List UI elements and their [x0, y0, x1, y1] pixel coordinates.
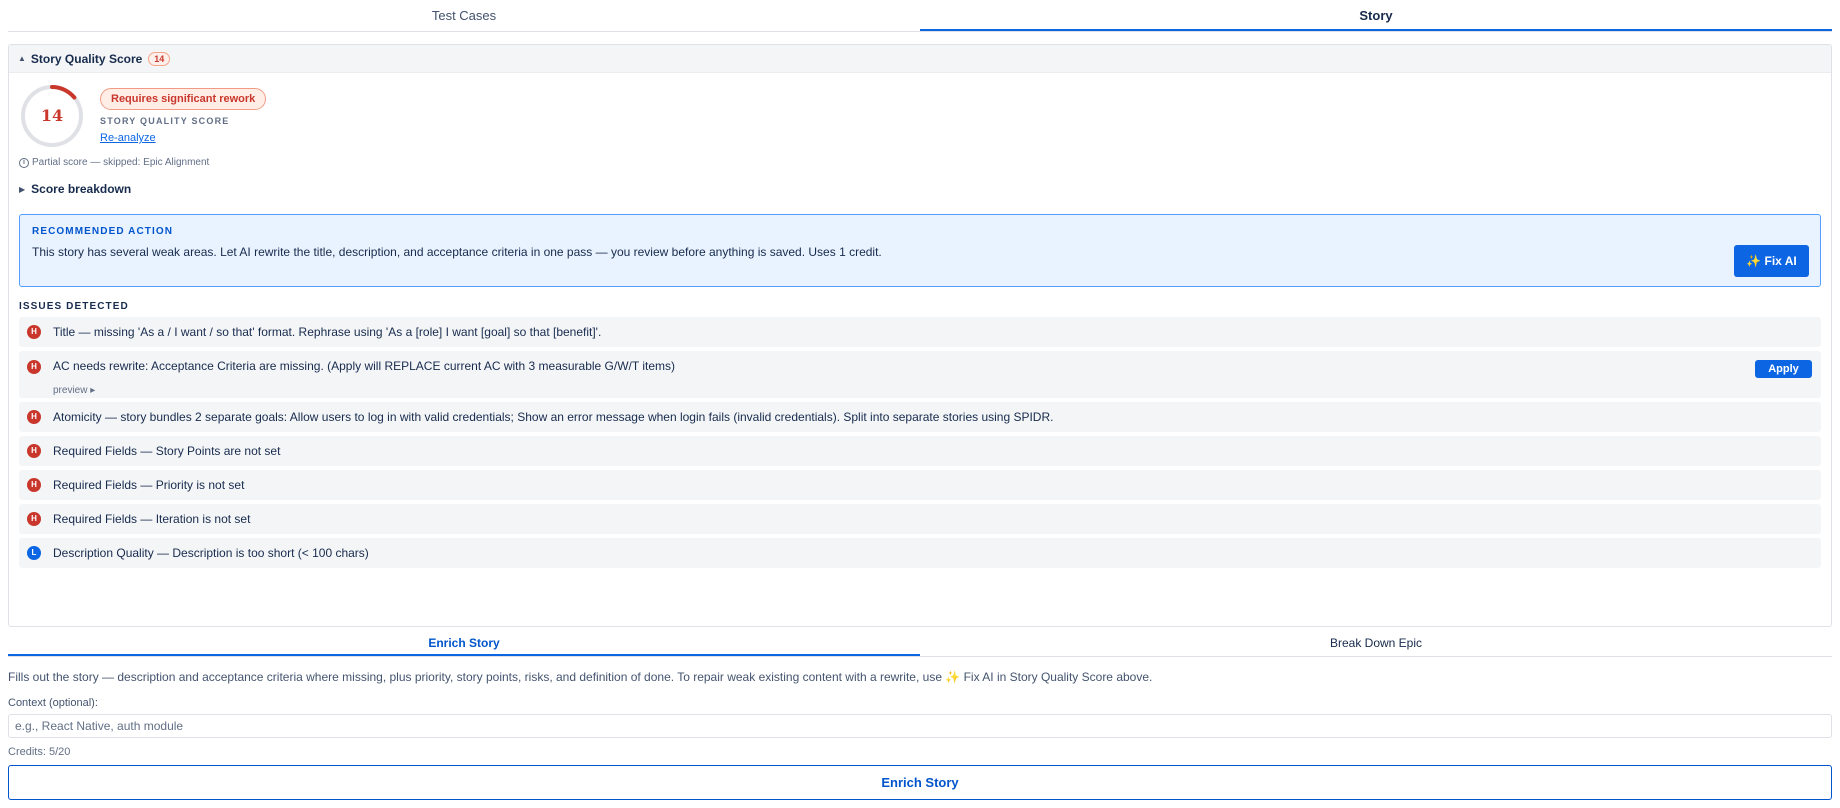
score-badge: 14: [148, 51, 171, 66]
partial-score-text: Partial score — skipped: Epic Alignment: [32, 157, 210, 168]
verdict-pill: Requires significant rework: [100, 88, 267, 110]
tab-test-cases[interactable]: Test Cases: [8, 0, 920, 31]
expand-triangle-icon: ▶: [19, 184, 26, 194]
severity-high-icon: H: [27, 360, 41, 374]
issue-row: H Required Fields — Priority is not set: [19, 470, 1821, 500]
severity-low-icon: L: [27, 546, 41, 560]
partial-score-note: i Partial score — skipped: Epic Alignmen…: [19, 157, 209, 168]
apply-button[interactable]: Apply: [1755, 360, 1812, 378]
issue-text: Required Fields — Priority is not set: [53, 478, 245, 492]
issues-detected-heading: ISSUES DETECTED: [19, 301, 129, 312]
issue-text: AC needs rewrite: Acceptance Criteria ar…: [53, 359, 675, 373]
enrich-story-button[interactable]: Enrich Story: [8, 765, 1832, 800]
tab-break-down-epic[interactable]: Break Down Epic: [920, 631, 1832, 656]
score-caption: STORY QUALITY SCORE: [100, 116, 230, 126]
severity-high-icon: H: [27, 444, 41, 458]
top-tab-bar: Test Cases Story: [8, 0, 1832, 32]
issue-text: Atomicity — story bundles 2 separate goa…: [53, 410, 1054, 424]
story-quality-panel: ▲ Story Quality Score 14 14 Requires sig…: [8, 44, 1832, 627]
score-breakdown-toggle[interactable]: ▶ Score breakdown: [19, 182, 131, 196]
score-value: 14: [40, 106, 64, 125]
recommended-action-label: RECOMMENDED ACTION: [32, 226, 174, 237]
preview-toggle[interactable]: preview ▸: [53, 385, 95, 396]
issue-row: H Required Fields — Story Points are not…: [19, 436, 1821, 466]
severity-high-icon: H: [27, 478, 41, 492]
info-icon: i: [19, 157, 29, 168]
issue-text: Description Quality — Description is too…: [53, 546, 369, 560]
issue-text: Required Fields — Story Points are not s…: [53, 444, 281, 458]
issue-row: H AC needs rewrite: Acceptance Criteria …: [19, 351, 1821, 398]
score-breakdown-label: Score breakdown: [31, 182, 132, 196]
recommended-action-box: RECOMMENDED ACTION This story has severa…: [19, 214, 1821, 287]
severity-high-icon: H: [27, 512, 41, 526]
collapse-triangle-icon[interactable]: ▲: [18, 54, 26, 63]
severity-high-icon: H: [27, 325, 41, 339]
enrich-description: Fills out the story — description and ac…: [8, 670, 1153, 684]
tab-enrich-story[interactable]: Enrich Story: [8, 631, 920, 656]
severity-high-icon: H: [27, 410, 41, 424]
reanalyze-link[interactable]: Re-analyze: [100, 132, 156, 144]
quality-panel-title: Story Quality Score: [30, 51, 143, 66]
action-tab-bar: Enrich Story Break Down Epic: [8, 631, 1832, 657]
fix-ai-button[interactable]: ✨ Fix AI: [1734, 245, 1809, 277]
issue-text: Required Fields — Iteration is not set: [53, 512, 251, 526]
issue-row: H Required Fields — Iteration is not set: [19, 504, 1821, 534]
issue-text: Title — missing 'As a / I want / so that…: [53, 325, 602, 339]
issue-row: H Title — missing 'As a / I want / so th…: [19, 317, 1821, 347]
context-input[interactable]: [8, 714, 1832, 738]
credits-counter: Credits: 5/20: [8, 746, 71, 758]
issue-row: H Atomicity — story bundles 2 separate g…: [19, 402, 1821, 432]
context-label: Context (optional):: [8, 697, 98, 709]
quality-panel-header[interactable]: ▲ Story Quality Score 14: [9, 45, 1831, 73]
recommended-action-text: This story has several weak areas. Let A…: [32, 245, 882, 259]
tab-story[interactable]: Story: [920, 0, 1832, 31]
issue-row: L Description Quality — Description is t…: [19, 538, 1821, 568]
